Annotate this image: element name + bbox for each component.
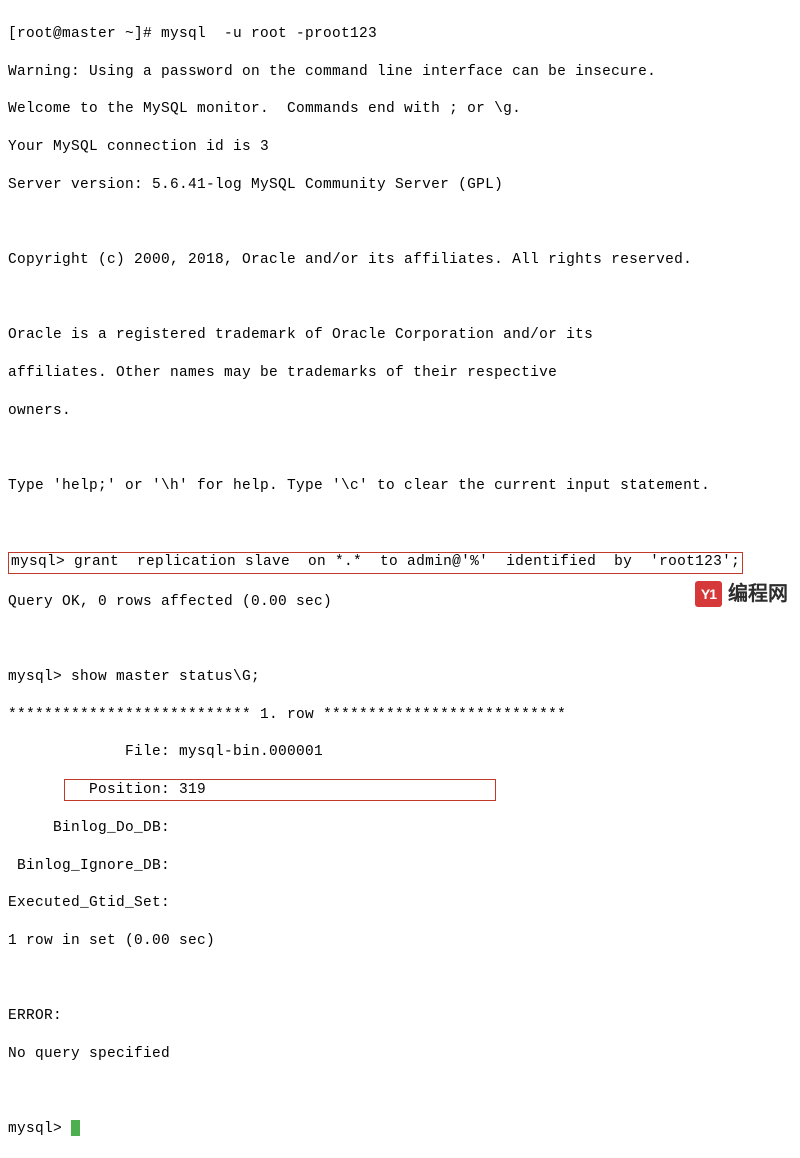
server-version-line: Server version: 5.6.41-log MySQL Communi… — [8, 176, 792, 195]
warning-line: Warning: Using a password on the command… — [8, 63, 792, 82]
blank-line — [8, 289, 792, 308]
position-field-line: Position: 319 — [8, 781, 792, 800]
mysql-prompt-text: mysql> — [8, 1121, 71, 1137]
mysql-prompt-line[interactable]: mysql> — [8, 1120, 792, 1139]
trademark-line-2: affiliates. Other names may be trademark… — [8, 364, 792, 383]
welcome-line: Welcome to the MySQL monitor. Commands e… — [8, 100, 792, 119]
show-master-command-line: mysql> show master status\G; — [8, 668, 792, 687]
watermark-text: 编程网 — [728, 581, 788, 607]
grant-command-line: mysql> grant replication slave on *.* to… — [8, 552, 792, 573]
blank-line — [8, 1083, 792, 1102]
blank-line — [8, 630, 792, 649]
error-message-line: No query specified — [8, 1045, 792, 1064]
rows-in-set-line: 1 row in set (0.00 sec) — [8, 932, 792, 951]
watermark-badge-icon: Y1 — [695, 581, 722, 607]
watermark: Y1 编程网 — [695, 581, 788, 607]
blank-line — [8, 439, 792, 458]
help-line: Type 'help;' or '\h' for help. Type '\c'… — [8, 477, 792, 496]
error-label-line: ERROR: — [8, 1007, 792, 1026]
binlog-ignore-db-line: Binlog_Ignore_DB: — [8, 857, 792, 876]
copyright-line: Copyright (c) 2000, 2018, Oracle and/or … — [8, 251, 792, 270]
cursor-icon — [71, 1120, 80, 1136]
trademark-line-1: Oracle is a registered trademark of Orac… — [8, 326, 792, 345]
shell-prompt-line: [root@master ~]# mysql -u root -proot123 — [8, 25, 792, 44]
grant-highlight-box: mysql> grant replication slave on *.* to… — [8, 552, 743, 573]
trademark-line-3: owners. — [8, 402, 792, 421]
row-header-line: *************************** 1. row *****… — [8, 706, 792, 725]
connection-id-line: Your MySQL connection id is 3 — [8, 138, 792, 157]
gtid-line: Executed_Gtid_Set: — [8, 894, 792, 913]
blank-line — [8, 515, 792, 534]
terminal-output[interactable]: [root@master ~]# mysql -u root -proot123… — [8, 6, 792, 1158]
file-field-line: File: mysql-bin.000001 — [8, 743, 792, 762]
grant-result-line: Query OK, 0 rows affected (0.00 sec) — [8, 593, 792, 612]
binlog-do-db-line: Binlog_Do_DB: — [8, 819, 792, 838]
blank-line — [8, 213, 792, 232]
blank-line — [8, 970, 792, 989]
